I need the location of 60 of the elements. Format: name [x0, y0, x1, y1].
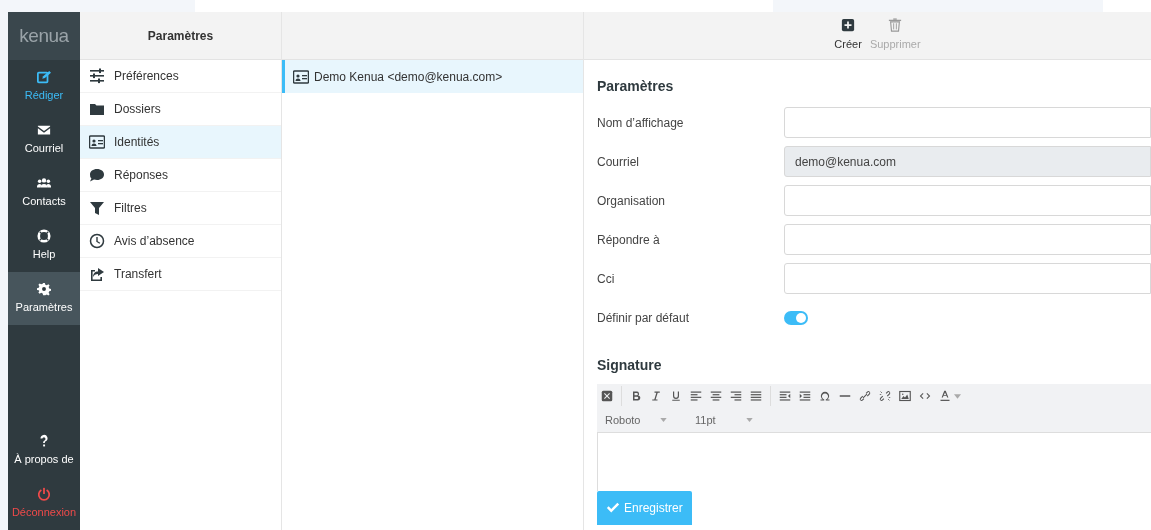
nav-item[interactable]: À propos de: [8, 424, 80, 477]
identity-item[interactable]: Demo Kenua <demo@kenua.com>: [282, 60, 583, 93]
caret-icon: [660, 418, 668, 422]
folder-icon: [89, 101, 105, 117]
justify-icon[interactable]: [750, 390, 762, 402]
lifebuoy-icon: [37, 228, 51, 243]
toolbar-button[interactable]: Créer: [834, 18, 862, 53]
trash-icon: [888, 18, 903, 33]
section-title: Signature: [597, 356, 663, 375]
nav-item[interactable]: Help: [8, 219, 80, 272]
indent-icon[interactable]: [799, 390, 811, 402]
text-color-icon[interactable]: [939, 390, 951, 402]
input-field[interactable]: [784, 185, 1151, 216]
bold-icon[interactable]: [630, 390, 642, 402]
sliders-icon: [89, 68, 105, 84]
input-field[interactable]: [784, 224, 1151, 255]
funnel-icon: [89, 200, 105, 216]
toggle-switch[interactable]: [784, 310, 808, 325]
speech-bubble-icon: [89, 167, 105, 183]
pencil-square-icon: [37, 69, 51, 84]
field-label: Cci: [597, 270, 616, 288]
italic-icon[interactable]: [650, 390, 662, 402]
underline-icon[interactable]: [670, 390, 682, 402]
outdent-icon[interactable]: [779, 390, 791, 402]
image-icon[interactable]: [899, 390, 911, 402]
align-left-icon[interactable]: [690, 390, 702, 402]
id-card-icon: [293, 68, 309, 85]
align-right-icon[interactable]: [730, 390, 742, 402]
share-arrow-icon: [89, 266, 105, 282]
nav-item[interactable]: Courriel: [8, 113, 80, 166]
clear-format-icon[interactable]: [601, 390, 613, 402]
gear-icon: [37, 281, 51, 296]
unlink-icon[interactable]: [879, 390, 891, 402]
field-label: Définir par défaut: [597, 309, 691, 327]
caret-icon: [745, 418, 753, 422]
power-icon: [37, 486, 51, 501]
settings-item[interactable]: Identités: [80, 126, 281, 159]
column-title: Paramètres: [147, 27, 214, 45]
field-label: Nom d’affichage: [597, 114, 685, 132]
nav-item[interactable]: Rédiger: [8, 60, 80, 113]
field-label: Répondre à: [597, 231, 661, 249]
id-card-icon: [89, 134, 105, 150]
people-icon: [37, 175, 51, 190]
clock-icon: [89, 233, 105, 249]
nav-item[interactable]: Paramètres: [8, 272, 80, 325]
input-field[interactable]: [784, 107, 1151, 138]
input-field[interactable]: [784, 263, 1151, 294]
field-label: Organisation: [597, 192, 667, 210]
align-center-icon[interactable]: [710, 390, 722, 402]
section-title: Paramètres: [597, 77, 675, 96]
code-icon[interactable]: [919, 390, 931, 402]
link-icon[interactable]: [859, 390, 871, 402]
field-label: Courriel: [597, 153, 640, 171]
plus-square-icon: [841, 18, 856, 33]
nav-item[interactable]: Contacts: [8, 166, 80, 219]
font-dropdown[interactable]: Roboto: [605, 411, 689, 429]
logo: kenua: [19, 23, 69, 48]
checkmark-icon: [606, 501, 620, 515]
omega-icon[interactable]: [819, 390, 831, 402]
size-dropdown[interactable]: 11pt: [695, 411, 753, 429]
